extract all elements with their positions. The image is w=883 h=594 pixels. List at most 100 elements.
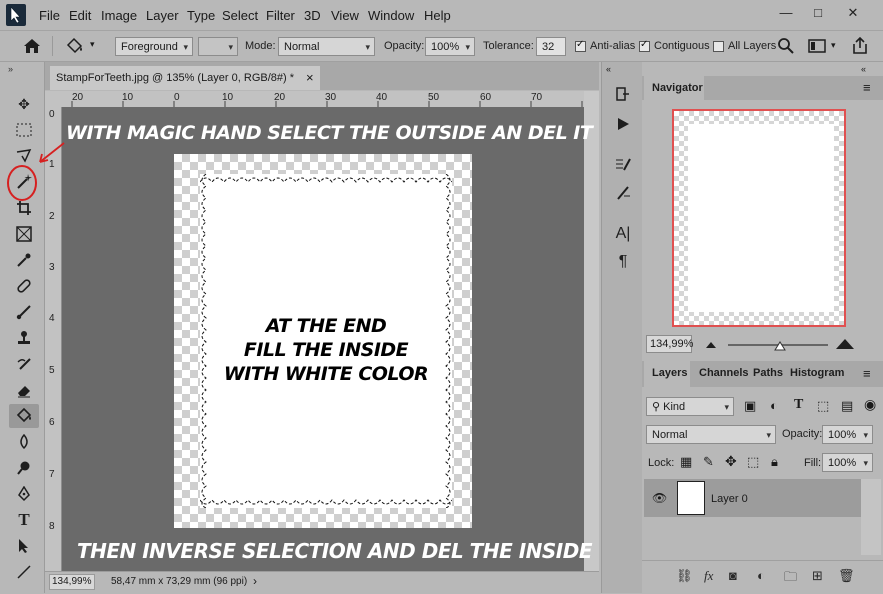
eraser-tool-icon[interactable] — [9, 378, 39, 402]
line-tool-icon[interactable] — [9, 560, 39, 584]
filter-pixel-icon[interactable]: ▣ — [744, 398, 756, 414]
layer-filter-select[interactable]: ⚲ Kind ▾ — [646, 397, 734, 416]
home-icon[interactable] — [22, 37, 42, 55]
menu-layer[interactable]: Layer — [146, 8, 179, 23]
status-arrow-icon[interactable]: › — [253, 574, 257, 588]
vertical-scrollbar[interactable] — [584, 91, 599, 571]
blend-mode-select[interactable]: Normal ▾ — [646, 425, 776, 444]
lock-artboard-icon[interactable]: ⬚ — [747, 454, 759, 470]
lock-transparency-icon[interactable]: ▦ — [680, 454, 692, 470]
brushes-panel-icon[interactable] — [612, 184, 634, 204]
menu-type[interactable]: Type — [187, 8, 215, 23]
link-layers-icon[interactable]: ⛓︎ — [676, 568, 693, 584]
filter-toggle-icon[interactable]: ◉ — [864, 396, 876, 413]
filter-type-icon[interactable]: T — [794, 397, 803, 413]
layer-opacity-value: 100% — [828, 429, 857, 441]
tab-channels[interactable]: Channels — [699, 367, 749, 379]
photoshop-logo-icon[interactable] — [6, 4, 26, 26]
all-layers-checkbox[interactable] — [713, 41, 724, 52]
tab-navigator[interactable]: Navigator — [644, 76, 704, 100]
visibility-eye-icon[interactable]: 👁︎ — [652, 491, 667, 505]
paint-bucket-tool-icon[interactable] — [9, 404, 39, 428]
collapse-chevron-icon[interactable]: « — [606, 64, 611, 74]
frame-tool-icon[interactable] — [9, 222, 39, 246]
instruction-line: AT THE END — [265, 315, 387, 337]
layers-scrollbar[interactable] — [861, 479, 881, 555]
share-icon[interactable] — [851, 36, 869, 56]
filter-adjustment-icon[interactable]: ◐ — [770, 398, 778, 413]
tolerance-field[interactable]: 32 — [536, 37, 566, 56]
fill-value: 100% — [828, 457, 857, 469]
eyedropper-tool-icon[interactable] — [9, 248, 39, 272]
adjustment-layer-icon[interactable]: ◐ — [757, 568, 765, 583]
maximize-button[interactable]: □ — [803, 3, 833, 23]
chevron-down-icon[interactable]: ▾ — [831, 40, 836, 51]
pen-tool-icon[interactable] — [9, 482, 39, 506]
fx-icon[interactable]: fx — [704, 568, 713, 584]
antialias-checkbox[interactable] — [575, 39, 586, 52]
collapsed-panel-dock: « A| ¶ — [601, 62, 643, 593]
pattern-picker[interactable]: ▾ — [198, 37, 238, 56]
dodge-tool-icon[interactable] — [9, 456, 39, 480]
new-group-icon[interactable]: 🗀︎ — [784, 568, 797, 590]
panel-menu-icon[interactable]: ≡ — [863, 80, 871, 95]
workspace-icon[interactable] — [808, 38, 828, 54]
navigator-zoom-field[interactable]: 134,99% — [646, 335, 693, 353]
tab-layers[interactable]: Layers — [644, 361, 690, 387]
menu-window[interactable]: Window — [368, 8, 414, 23]
mode-select[interactable]: Normal ▾ — [278, 37, 375, 56]
play-actions-icon[interactable] — [612, 116, 634, 136]
panel-menu-icon[interactable]: ≡ — [863, 366, 871, 381]
type-tool-icon[interactable]: T — [9, 508, 39, 532]
menu-3d[interactable]: 3D — [304, 8, 321, 23]
blur-tool-icon[interactable] — [9, 430, 39, 454]
marquee-tool-icon[interactable] — [9, 118, 39, 142]
tab-paths[interactable]: Paths — [753, 367, 783, 379]
fill-source-select[interactable]: Foreground ▾ — [115, 37, 193, 56]
delete-layer-icon[interactable]: 🗑︎ — [838, 568, 855, 584]
search-icon[interactable] — [777, 37, 795, 55]
collapse-chevron-icon[interactable]: « — [861, 64, 866, 74]
stamp-tool-icon[interactable] — [9, 326, 39, 350]
close-tab-icon[interactable]: × — [306, 66, 314, 90]
close-window-button[interactable]: ✕ — [838, 3, 868, 23]
menu-select[interactable]: Select — [222, 8, 258, 23]
layer-thumbnail[interactable] — [677, 481, 705, 515]
paint-bucket-preset-icon[interactable] — [64, 36, 86, 56]
move-tool-icon[interactable]: ✥ — [9, 92, 39, 116]
history-panel-icon[interactable] — [612, 86, 634, 106]
minimize-button[interactable]: — — [771, 3, 801, 23]
healing-brush-tool-icon[interactable] — [9, 274, 39, 298]
paragraph-panel-icon[interactable]: ¶ — [612, 252, 634, 272]
path-selection-tool-icon[interactable] — [9, 534, 39, 558]
history-brush-tool-icon[interactable] — [9, 352, 39, 376]
lock-all-icon[interactable]: 🔒︎ — [771, 454, 778, 470]
layer-name[interactable]: Layer 0 — [711, 493, 748, 505]
brush-settings-icon[interactable] — [612, 156, 634, 176]
lock-paint-icon[interactable]: ✎ — [703, 454, 714, 470]
menu-view[interactable]: View — [331, 8, 359, 23]
character-panel-icon[interactable]: A| — [612, 224, 634, 244]
contiguous-checkbox[interactable] — [639, 39, 650, 52]
lock-position-icon[interactable]: ✥ — [725, 453, 737, 470]
layer-opacity-field[interactable]: 100% ▾ — [822, 425, 873, 444]
zoom-level-field[interactable]: 134,99% — [49, 574, 95, 590]
menu-edit[interactable]: Edit — [69, 8, 91, 23]
navigator-zoom-slider[interactable] — [704, 336, 860, 352]
filter-shape-icon[interactable]: ⬚ — [817, 398, 829, 414]
opacity-field[interactable]: 100% ▾ — [425, 37, 475, 56]
menu-file[interactable]: File — [39, 8, 60, 23]
menu-filter[interactable]: Filter — [266, 8, 295, 23]
brush-tool-icon[interactable] — [9, 300, 39, 324]
fill-field[interactable]: 100% ▾ — [822, 453, 873, 472]
new-layer-icon[interactable]: ⊞ — [812, 568, 823, 584]
add-mask-icon[interactable]: ◙ — [729, 568, 737, 583]
chevron-down-icon[interactable]: ▾ — [90, 39, 95, 50]
collapse-chevron-icon[interactable]: » — [8, 64, 13, 74]
filter-smart-object-icon[interactable]: ▤ — [841, 398, 853, 414]
document-tab[interactable]: StampForTeeth.jpg @ 135% (Layer 0, RGB/8… — [50, 66, 320, 90]
tab-histogram[interactable]: Histogram — [790, 367, 844, 379]
menu-help[interactable]: Help — [424, 8, 451, 23]
menu-image[interactable]: Image — [101, 8, 137, 23]
chevron-down-icon: ▾ — [365, 42, 370, 52]
